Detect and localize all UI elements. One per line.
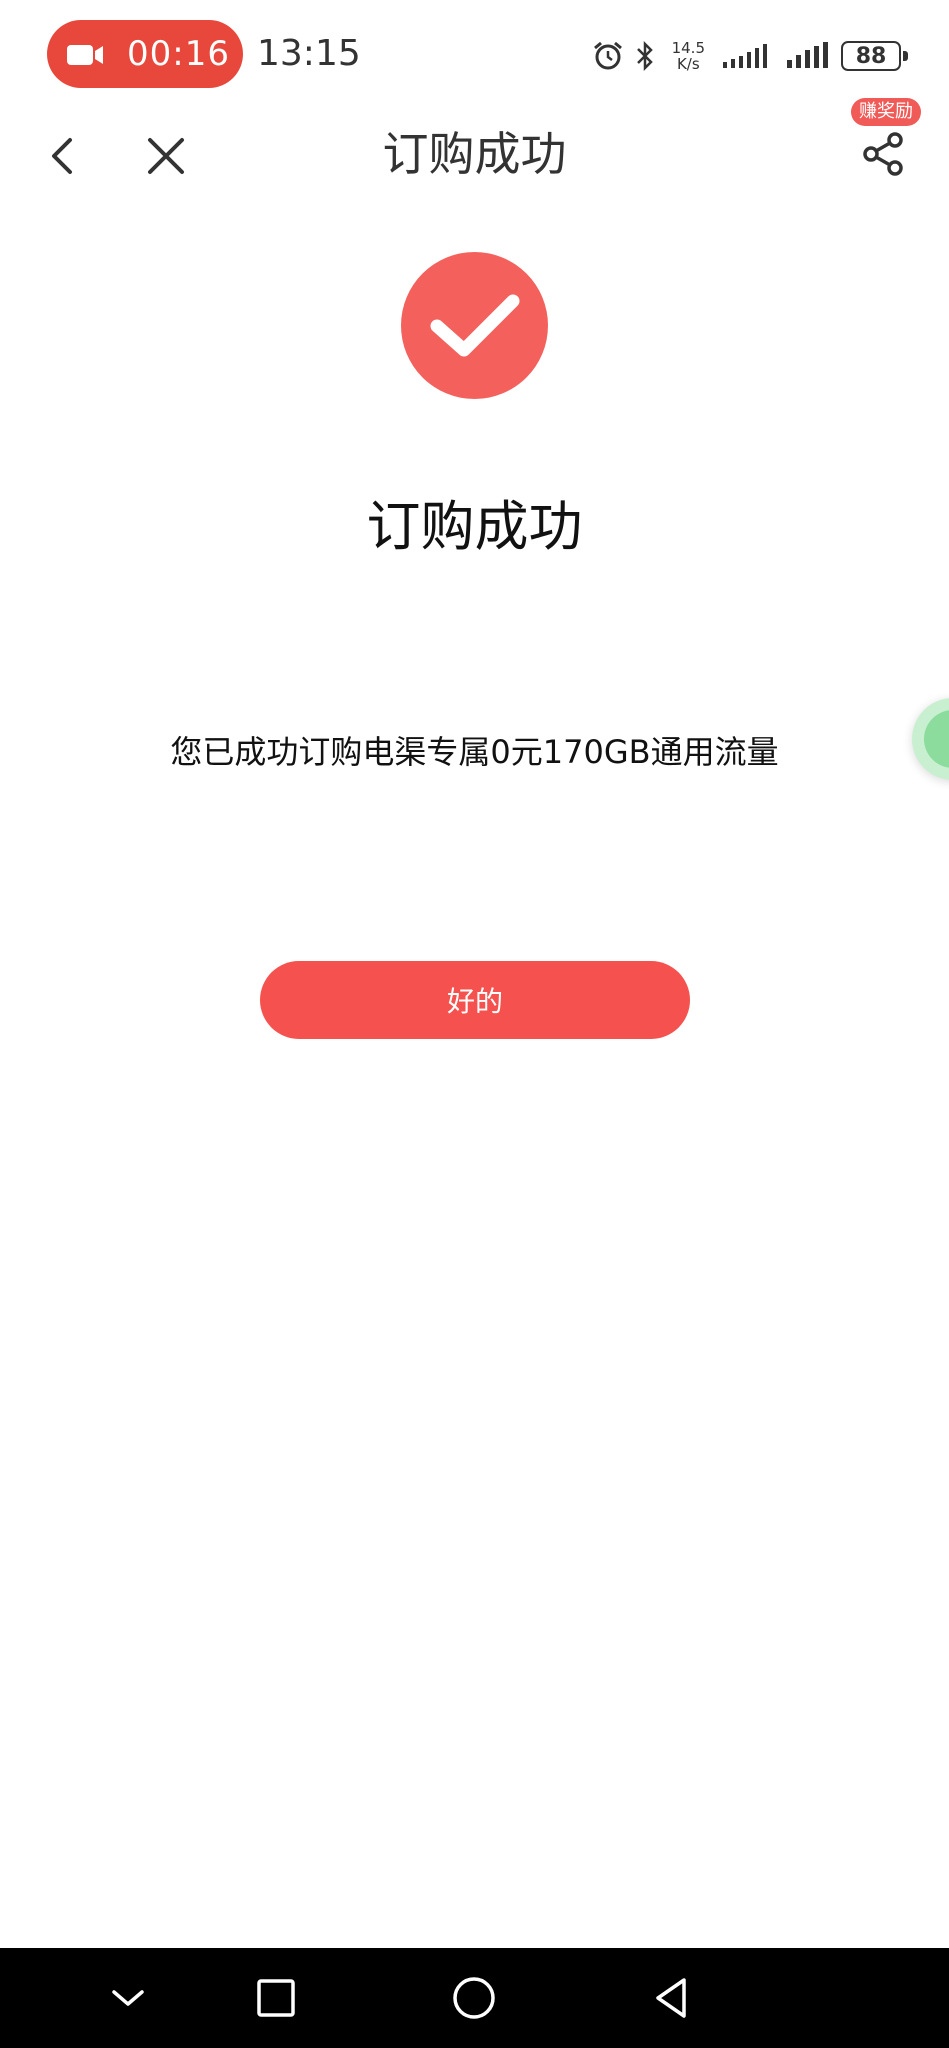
recent-apps-icon[interactable]	[248, 1970, 304, 2026]
success-badge	[401, 252, 548, 399]
chat-bubble-icon	[924, 710, 949, 768]
alarm-icon	[593, 41, 622, 70]
checkmark-icon	[430, 294, 520, 357]
status-bar: 00:16 13:15 14.5 K/s 88	[0, 0, 949, 110]
reward-badge: 赚奖励	[851, 98, 921, 126]
share-button[interactable]: 赚奖励	[841, 98, 921, 196]
success-title: 订购成功	[366, 495, 583, 558]
recording-timer: 00:16	[127, 34, 230, 74]
status-icons: 14.5 K/s 88	[592, 34, 908, 78]
back-triangle-icon[interactable]	[644, 1970, 700, 2026]
status-clock: 13:15	[257, 33, 361, 74]
screen-recording-indicator[interactable]: 00:16	[47, 20, 243, 88]
battery-indicator: 88	[841, 41, 908, 71]
system-navigation-bar	[0, 1948, 949, 2048]
signal-strength-icon	[723, 44, 767, 68]
battery-level: 88	[855, 43, 887, 69]
bluetooth-icon	[636, 40, 653, 72]
page-title: 订购成功	[382, 127, 567, 181]
ok-button[interactable]: 好的	[260, 961, 690, 1039]
network-speed: 14.5 K/s	[672, 40, 705, 72]
success-message: 您已成功订购电渠专属0元170GB通用流量	[170, 733, 779, 771]
navigation-bar: 订购成功 赚奖励	[0, 98, 949, 196]
signal-strength-icon-2	[787, 42, 828, 68]
network-speed-value: 14.5	[671, 39, 705, 57]
video-camera-icon	[67, 45, 103, 65]
share-icon	[863, 132, 903, 176]
home-icon[interactable]	[446, 1970, 502, 2026]
chevron-down-icon[interactable]	[100, 1970, 156, 2026]
network-speed-unit: K/s	[676, 55, 700, 73]
